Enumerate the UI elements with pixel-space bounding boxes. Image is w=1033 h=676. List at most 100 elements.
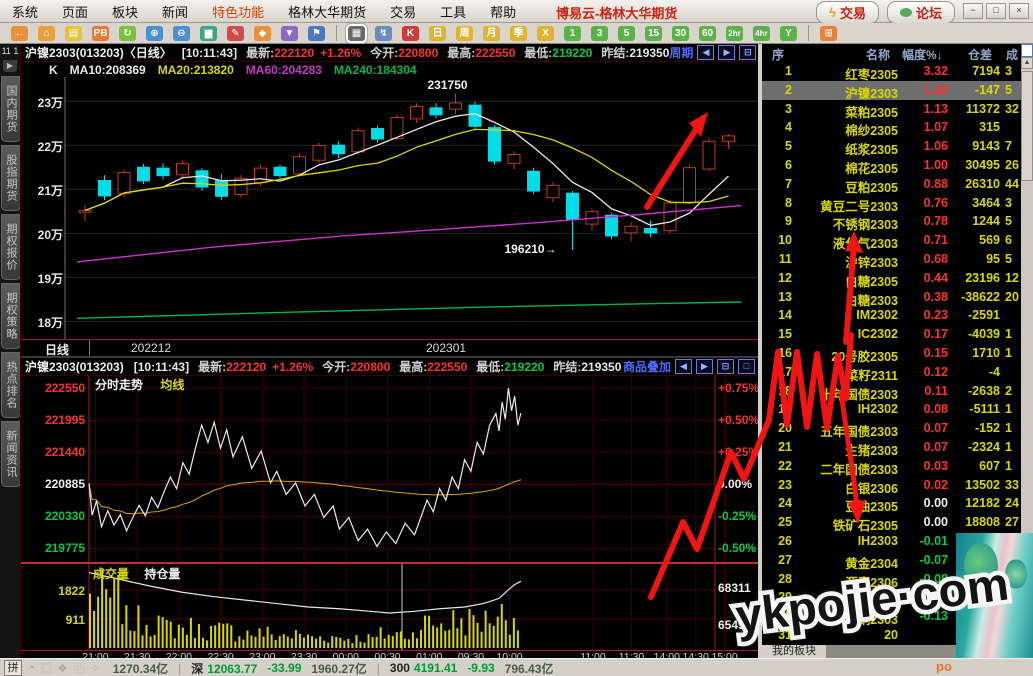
ime-indicator[interactable]: 拼 xyxy=(4,660,22,676)
period-month-button[interactable]: 月 xyxy=(483,26,500,41)
watchlist-row[interactable]: 1620号胶23050.1517101 xyxy=(762,344,1021,363)
period-60m-button[interactable]: 60 xyxy=(699,26,716,41)
menu-item-8[interactable]: 工具 xyxy=(428,2,478,21)
refresh-icon[interactable]: ↻ xyxy=(119,26,136,41)
watchlist-row[interactable]: 10液化气23030.715696 xyxy=(762,231,1021,250)
column-header[interactable]: 幅度%↓ xyxy=(902,46,943,63)
watchlist-row[interactable]: 3菜粕23051.131137232 xyxy=(762,100,1021,119)
sidebar-tab-6[interactable]: 新闻资讯 xyxy=(1,421,21,487)
back-icon[interactable]: ← xyxy=(11,26,28,41)
page-icon[interactable]: ▤ xyxy=(65,26,82,41)
restore-button[interactable]: □ xyxy=(986,3,1006,19)
watchlist-row[interactable]: 1红枣23053.3271943 xyxy=(762,62,1021,81)
home-icon[interactable]: ⌂ xyxy=(38,26,55,41)
menu-item-5[interactable]: 特色功能 xyxy=(200,2,276,21)
period-30m-button[interactable]: 30 xyxy=(672,26,689,41)
kline-view-icon[interactable]: K xyxy=(402,26,419,41)
intraday-chart[interactable]: 分时走势 均线 222550+0.75%221995+0.50%221440+0… xyxy=(21,376,758,562)
menu-item-3[interactable]: 板块 xyxy=(100,2,150,21)
period-link[interactable]: 周期 xyxy=(669,44,693,61)
menu-item-4[interactable]: 新闻 xyxy=(150,2,200,21)
watchlist-row[interactable]: 5纸浆23051.0691437 xyxy=(762,137,1021,156)
scroll-thumb[interactable] xyxy=(1021,71,1033,181)
watchlist-row[interactable]: 8黄豆二号23030.7634643 xyxy=(762,194,1021,213)
watchlist-row[interactable]: 20五年国债23030.07-1521 xyxy=(762,419,1021,438)
sidebar-tab-4[interactable]: 期权策略 xyxy=(1,283,21,349)
watchlist-row[interactable]: 19IH23020.08-51111 xyxy=(762,400,1021,419)
period-4h-button[interactable]: 4hr xyxy=(753,26,770,41)
flag-icon[interactable]: ⚑ xyxy=(308,26,325,41)
period-1m-button[interactable]: 1 xyxy=(564,26,581,41)
column-header[interactable]: 名称 xyxy=(866,46,890,63)
watchlist-row[interactable]: 9不锈钢23030.7812445 xyxy=(762,212,1021,231)
panel-split-button[interactable]: ⊟ xyxy=(717,359,734,374)
sidebar-tab-5[interactable]: 热点排名 xyxy=(1,352,21,418)
watchlist-row[interactable]: 17菜籽23110.12-4 xyxy=(762,363,1021,382)
panel-prev-button[interactable]: ◀ xyxy=(675,359,692,374)
draw-line-icon[interactable]: ✎ xyxy=(227,26,244,41)
minute-view-icon[interactable]: ▦ xyxy=(348,26,365,41)
zoom-out-icon[interactable]: ⊖ xyxy=(173,26,190,41)
period-2h-button[interactable]: 2hr xyxy=(726,26,743,41)
watchlist-row[interactable]: 11沪锌23030.68955 xyxy=(762,250,1021,269)
period-week-button[interactable]: 周 xyxy=(456,26,473,41)
sidebar-tab-1[interactable]: 国内期货 xyxy=(1,76,21,142)
watchlist-row[interactable]: 4棉纱23051.07315 xyxy=(762,118,1021,137)
watchlist-row[interactable]: 7豆粕23050.882631044 xyxy=(762,175,1021,194)
period-5m-button[interactable]: 5 xyxy=(618,26,635,41)
zoom-in-icon[interactable]: ⊕ xyxy=(146,26,163,41)
watchlist-row[interactable]: 2沪镍23031.26-1475 xyxy=(762,81,1021,100)
watchlist-row[interactable]: 21生猪23030.07-23241 xyxy=(762,438,1021,457)
period-3m-button[interactable]: 3 xyxy=(591,26,608,41)
menu-item-7[interactable]: 交易 xyxy=(378,2,428,21)
tab-minute-trend[interactable]: 分时走势 xyxy=(95,378,143,392)
watchlist-row[interactable]: 24豆油23050.001218224 xyxy=(762,494,1021,513)
sidebar-tab-2[interactable]: 股指期货 xyxy=(1,145,21,211)
calculator-icon[interactable]: ⊞ xyxy=(820,26,837,41)
watchlist-row[interactable]: 15IC23020.17-40391 xyxy=(762,325,1021,344)
column-header[interactable]: 序 xyxy=(772,46,784,63)
panel-next-button[interactable]: ▶ xyxy=(696,359,713,374)
menu-item-6[interactable]: 格林大华期货 xyxy=(276,2,378,21)
minimize-button[interactable]: − xyxy=(963,3,983,19)
trade-button[interactable]: ϟ交易 xyxy=(816,1,879,24)
watchlist-row[interactable]: 14IM23020.23-2591 xyxy=(762,306,1021,325)
volume-pane[interactable]: 成交量 持仓量 18229116831165491 xyxy=(21,562,758,650)
watchlist-row[interactable]: 25铁矿石23050.001880827 xyxy=(762,513,1021,532)
panel-split-button[interactable]: ⊟ xyxy=(739,45,756,60)
tick-line-icon[interactable]: ↯ xyxy=(375,26,392,41)
panel-prev-button[interactable]: ◀ xyxy=(697,45,714,60)
period-quarter-button[interactable]: 季 xyxy=(510,26,527,41)
period-y-button[interactable]: Y xyxy=(780,26,797,41)
overlay-link[interactable]: 商品叠加 xyxy=(623,358,671,375)
period-x-button[interactable]: X xyxy=(537,26,554,41)
watchlist-row[interactable]: 22二年国债23030.036071 xyxy=(762,457,1021,476)
filter-icon[interactable]: ▼ xyxy=(281,26,298,41)
close-button[interactable]: × xyxy=(1009,3,1029,19)
menu-item-1[interactable]: 系统 xyxy=(0,2,50,21)
paint-icon[interactable]: ◆ xyxy=(254,26,271,41)
watchlist-row[interactable]: 6棉花23051.003049526 xyxy=(762,156,1021,175)
tab-my-board[interactable]: 我的板块 xyxy=(762,645,826,658)
tab-average-line[interactable]: 均线 xyxy=(160,378,184,392)
scroll-up-arrow[interactable]: ▲ xyxy=(1021,57,1033,69)
forum-button[interactable]: 论坛 xyxy=(887,1,955,24)
pb-icon[interactable]: PB xyxy=(92,26,109,41)
menu-item-2[interactable]: 页面 xyxy=(50,2,100,21)
chart-type-icon[interactable]: ▆ xyxy=(200,26,217,41)
watchlist-row[interactable]: 23白银23060.021350233 xyxy=(762,476,1021,495)
panel-next-button[interactable]: ▶ xyxy=(718,45,735,60)
period-day-button[interactable]: 日 xyxy=(429,26,446,41)
period-15m-button[interactable]: 15 xyxy=(645,26,662,41)
watchlist-row[interactable]: 12白糖23050.442319612 xyxy=(762,269,1021,288)
sidebar-tab-3[interactable]: 期权报价 xyxy=(1,214,21,280)
column-header[interactable]: 仓差 xyxy=(968,46,992,63)
menu-item-9[interactable]: 帮助 xyxy=(478,2,528,21)
column-header[interactable]: 成 xyxy=(1006,46,1018,63)
kline-chart[interactable]: 23万22万21万20万19万18万231750196210→ xyxy=(21,77,758,339)
panel-maximize-button[interactable]: □ xyxy=(738,359,755,374)
panel-corner-button[interactable] xyxy=(1021,44,1033,57)
watchlist-row[interactable]: 13白糖23030.38-3862220 xyxy=(762,288,1021,307)
sidebar-collapse-arrow[interactable]: ▶ xyxy=(3,60,17,72)
watchlist-row[interactable]: 18十年国债23030.11-26382 xyxy=(762,382,1021,401)
